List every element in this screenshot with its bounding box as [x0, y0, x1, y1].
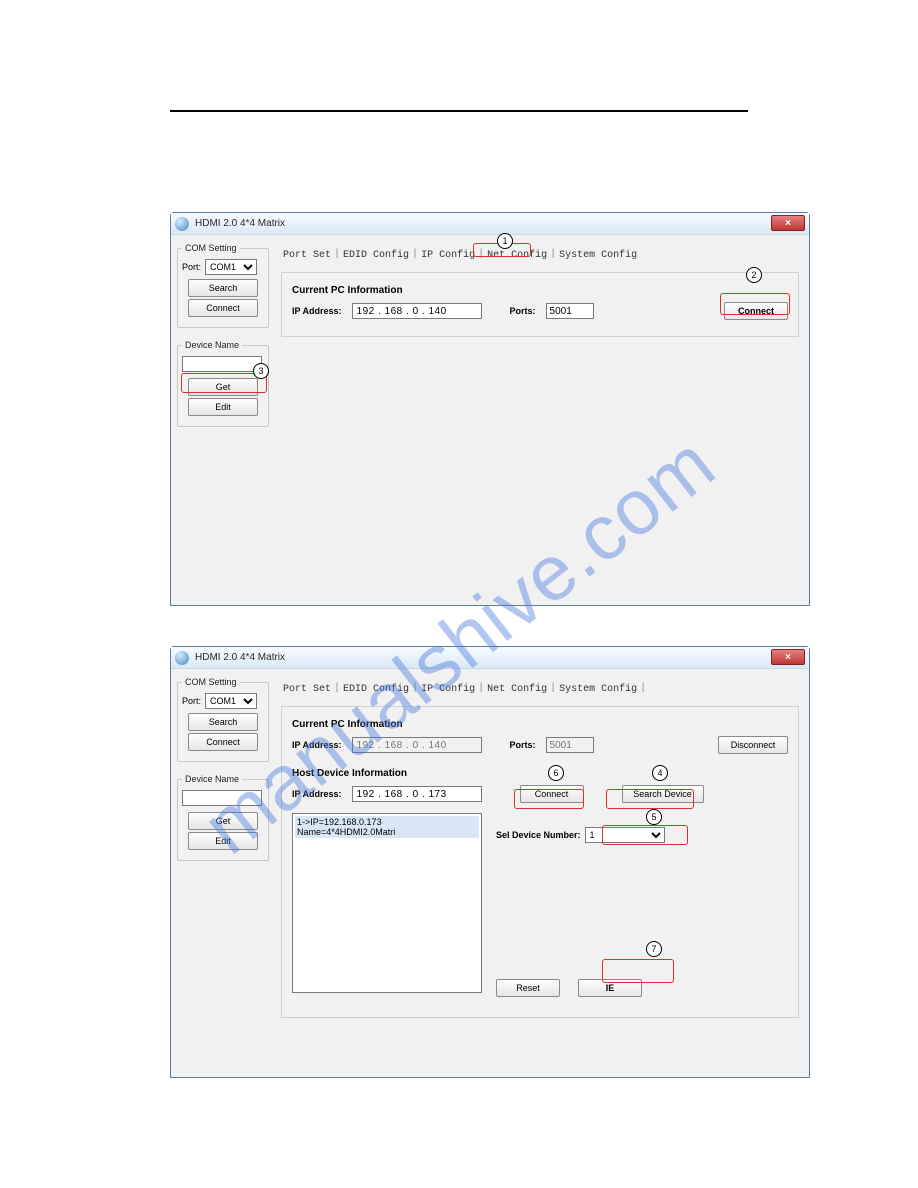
app-window-1: HDMI 2.0 4*4 Matrix × COM Setting Port: …	[170, 212, 810, 606]
device-get-button[interactable]: Get	[188, 378, 258, 396]
port-select[interactable]: COM1	[205, 259, 257, 275]
titlebar: HDMI 2.0 4*4 Matrix ×	[171, 647, 809, 669]
ip-address-field: 192 . 168 . 0 . 140	[352, 737, 482, 753]
callout-3: 3	[253, 363, 269, 379]
tab-port-set[interactable]: Port Set	[281, 683, 333, 696]
host-connect-button[interactable]: Connect	[520, 785, 584, 803]
sel-device-label: Sel Device Number:	[496, 830, 581, 840]
callout-2: 2	[746, 267, 762, 283]
ie-button[interactable]: IE	[578, 979, 642, 997]
tab-system-config[interactable]: System Config	[557, 249, 639, 262]
com-search-button[interactable]: Search	[188, 713, 258, 731]
ip-address-label: IP Address:	[292, 306, 342, 316]
com-connect-button[interactable]: Connect	[188, 299, 258, 317]
port-select[interactable]: COM1	[205, 693, 257, 709]
device-name-legend: Device Name	[182, 774, 242, 784]
tab-port-set[interactable]: Port Set	[281, 249, 333, 262]
ip-address-field[interactable]: 192 . 168 . 0 . 140	[352, 303, 482, 319]
titlebar: HDMI 2.0 4*4 Matrix ×	[171, 213, 809, 235]
com-setting-legend: COM Setting	[182, 677, 240, 687]
tab-edid-config[interactable]: EDID Config	[341, 249, 411, 262]
app-icon	[175, 217, 189, 231]
callout-6: 6	[548, 765, 564, 781]
host-ip-field[interactable]: 192 . 168 . 0 . 173	[352, 786, 482, 802]
close-button[interactable]: ×	[771, 215, 805, 231]
tab-edid-config[interactable]: EDID Config	[341, 683, 411, 696]
device-edit-button[interactable]: Edit	[188, 832, 258, 850]
port-label: Port:	[182, 262, 201, 272]
ip-address-label: IP Address:	[292, 740, 342, 750]
device-get-button[interactable]: Get	[188, 812, 258, 830]
pc-info-title: Current PC Information	[292, 285, 788, 296]
callout-7: 7	[646, 941, 662, 957]
callout-4: 4	[652, 765, 668, 781]
sel-device-select[interactable]: 1	[585, 827, 665, 843]
app-icon	[175, 651, 189, 665]
device-edit-button[interactable]: Edit	[188, 398, 258, 416]
tab-net-config[interactable]: Net Config	[485, 249, 549, 262]
tab-strip: Port Set| EDID Config| IP Config| Net Co…	[281, 249, 799, 262]
close-icon: ×	[785, 218, 791, 229]
com-setting-legend: COM Setting	[182, 243, 240, 253]
com-setting-group: COM Setting Port: COM1 Search Connect	[177, 243, 269, 328]
device-name-group: Device Name Get Edit	[177, 340, 269, 427]
tab-system-config[interactable]: System Config	[557, 683, 639, 696]
tab-ip-config[interactable]: IP Config	[419, 683, 477, 696]
ports-input[interactable]	[546, 303, 594, 319]
device-name-group: Device Name Get Edit	[177, 774, 269, 861]
search-device-button[interactable]: Search Device	[622, 785, 704, 803]
ports-label: Ports:	[510, 306, 536, 316]
horizontal-rule	[170, 110, 748, 112]
com-setting-group: COM Setting Port: COM1 Search Connect	[177, 677, 269, 762]
ports-input	[546, 737, 594, 753]
com-search-button[interactable]: Search	[188, 279, 258, 297]
device-name-input[interactable]	[182, 790, 262, 806]
callout-1: 1	[497, 233, 513, 249]
pc-connect-button[interactable]: Connect	[724, 302, 788, 320]
device-name-legend: Device Name	[182, 340, 242, 350]
com-connect-button[interactable]: Connect	[188, 733, 258, 751]
app-window-2: HDMI 2.0 4*4 Matrix × COM Setting Port: …	[170, 646, 810, 1078]
window-title: HDMI 2.0 4*4 Matrix	[195, 652, 285, 663]
window-title: HDMI 2.0 4*4 Matrix	[195, 218, 285, 229]
host-ip-label: IP Address:	[292, 789, 342, 799]
tab-strip: Port Set| EDID Config| IP Config| Net Co…	[281, 683, 799, 696]
tab-net-config[interactable]: Net Config	[485, 683, 549, 696]
pc-info-title: Current PC Information	[292, 719, 788, 730]
device-name-input[interactable]	[182, 356, 262, 372]
ports-label: Ports:	[510, 740, 536, 750]
pc-disconnect-button[interactable]: Disconnect	[718, 736, 788, 754]
host-info-title: Host Device Information	[292, 768, 788, 779]
list-item[interactable]: 1->IP=192.168.0.173 Name=4*4HDMI2.0Matri	[295, 816, 479, 838]
tab-ip-config[interactable]: IP Config	[419, 249, 477, 262]
port-label: Port:	[182, 696, 201, 706]
close-button[interactable]: ×	[771, 649, 805, 665]
reset-button[interactable]: Reset	[496, 979, 560, 997]
callout-5: 5	[646, 809, 662, 825]
device-list[interactable]: 1->IP=192.168.0.173 Name=4*4HDMI2.0Matri	[292, 813, 482, 993]
close-icon: ×	[785, 652, 791, 663]
